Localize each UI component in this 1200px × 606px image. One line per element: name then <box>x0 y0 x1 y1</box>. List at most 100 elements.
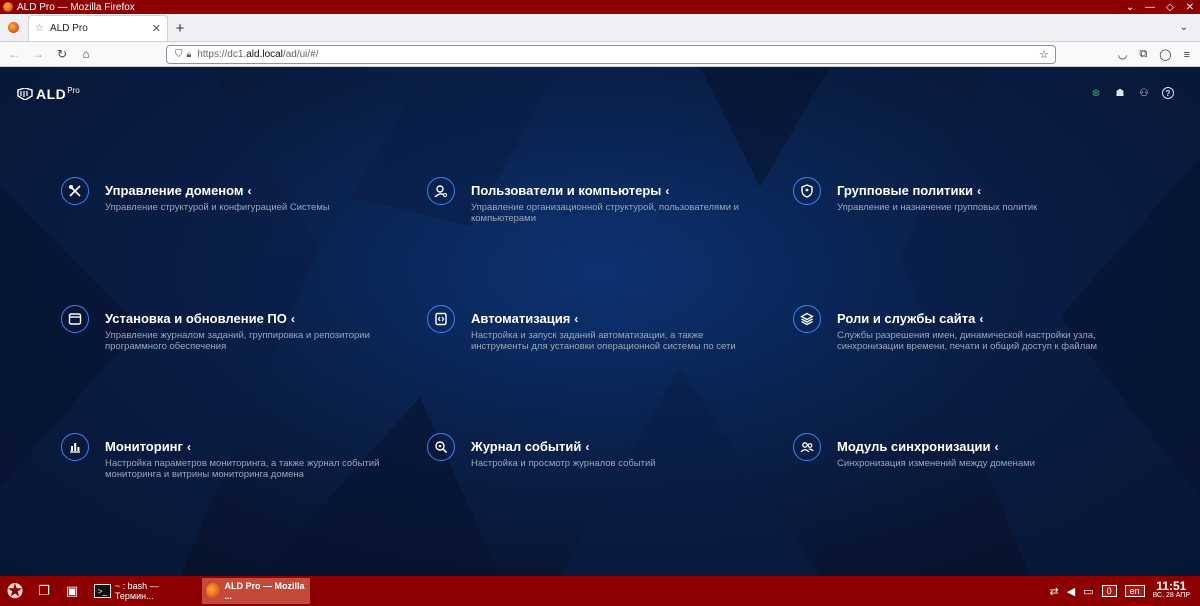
card-description: Синхронизация изменений между доменами <box>837 458 1035 469</box>
clock-date: ВС, 28 АПР <box>1152 592 1190 599</box>
chevron-left-icon: ‹ <box>977 184 982 198</box>
taskbar: ✪ ❐ ▣ >_ ~ : bash — Термин... ALD Pro — … <box>0 576 1200 606</box>
volume-icon[interactable]: ◀ <box>1067 585 1075 598</box>
ald-pro-logo[interactable]: ALD Pro <box>17 86 80 102</box>
logo-name: ALD <box>36 86 67 102</box>
maximize-icon[interactable]: ◇ <box>1160 2 1180 13</box>
card-description: Управление структурой и конфигурацией Си… <box>105 202 330 213</box>
card-title-text: Роли и службы сайта <box>837 311 976 326</box>
layers-icon <box>793 305 821 333</box>
logo-superscript: Pro <box>67 86 80 95</box>
url-bar[interactable]: ⛉ 🔒︎ https://dc1.ald.local/ad/ui/#/ ☆ <box>166 45 1056 64</box>
app-main: ALD Pro ⊛ ☗ ⚇ ? Управление доменом ‹ Упра… <box>0 67 1200 576</box>
network-icon[interactable]: ▭ <box>1083 585 1093 598</box>
url-host: ald.local <box>246 49 283 60</box>
help-icon[interactable]: ? <box>1162 87 1174 99</box>
url-text[interactable]: https://dc1.ald.local/ad/ui/#/ <box>197 49 1039 60</box>
usb-icon[interactable]: ⇄ <box>1049 585 1058 598</box>
chevron-left-icon: ‹ <box>979 312 984 326</box>
header-actions: ⊛ ☗ ⚇ ? <box>1090 87 1174 99</box>
card-title: Групповые политики ‹ <box>837 183 981 198</box>
card-title-text: Пользователи и компьютеры <box>471 183 662 198</box>
tab-ald-pro[interactable]: ☆ ALD Pro ✕ <box>28 15 168 41</box>
window-title: ALD Pro — Mozilla Firefox <box>17 1 135 13</box>
account-icon[interactable]: ◯ <box>1159 48 1171 61</box>
tab-strip: ☆ ALD Pro ✕ + ⌄ <box>0 14 1200 42</box>
chevron-left-icon: ‹ <box>186 440 191 454</box>
card-title: Управление доменом ‹ <box>105 183 252 198</box>
chevron-left-icon: ‹ <box>585 440 590 454</box>
clock-time: 11:51 <box>1156 579 1187 593</box>
antenna-status-icon[interactable]: ⊛ <box>1090 87 1102 99</box>
pocket-icon[interactable]: ◡ <box>1118 48 1128 61</box>
navigation-bar: ← → ↻ ⌂ ⛉ 🔒︎ https://dc1.ald.local/ad/ui… <box>0 42 1200 67</box>
start-menu-star-icon[interactable]: ✪ <box>0 576 30 606</box>
keyboard-layout-indicator[interactable]: en <box>1124 585 1145 597</box>
minimize-icon[interactable]: — <box>1140 2 1160 13</box>
card-title-text: Групповые политики <box>837 183 974 198</box>
new-tab-button[interactable]: + <box>168 15 192 41</box>
card-title: Автоматизация ‹ <box>471 311 578 326</box>
card-description: Службы разрешения имен, динамической нас… <box>837 330 1098 352</box>
window-titlebar: ALD Pro — Mozilla Firefox ⌄ — ◇ ✕ <box>0 0 1200 14</box>
windows-overview-icon[interactable]: ❐ <box>30 576 58 606</box>
user-profile-icon[interactable]: ⚇ <box>1138 87 1150 99</box>
url-path: /ad/ui/#/ <box>282 49 319 60</box>
card-description: Настройка и просмотр журналов событий <box>471 458 656 469</box>
chevron-left-icon: ‹ <box>665 184 670 198</box>
firefox-view-icon <box>7 21 19 33</box>
system-tray: ⇄ ◀ ▭ 0 en 11:51 ВС, 28 АПР <box>1049 579 1200 601</box>
window-menu-icon[interactable]: ⌄ <box>1120 2 1140 13</box>
forward-icon[interactable]: → <box>26 47 50 61</box>
chevron-left-icon: ‹ <box>290 312 295 326</box>
back-icon[interactable]: ← <box>2 47 26 61</box>
bar-chart-icon <box>61 433 89 461</box>
card-title-text: Модуль синхронизации <box>837 439 991 454</box>
shield-user-icon <box>793 177 821 205</box>
card-description: Настройка и запуск заданий автоматизации… <box>471 330 736 352</box>
card-description: Управление журналом заданий, группировка… <box>105 330 370 352</box>
taskbar-item-firefox[interactable]: ALD Pro — Mozilla ... <box>202 578 310 604</box>
firefox-view-button[interactable] <box>0 13 26 41</box>
reload-icon[interactable]: ↻ <box>50 47 74 61</box>
tools-icon <box>61 177 89 205</box>
file-manager-icon[interactable]: ▣ <box>58 576 86 606</box>
chevron-left-icon: ‹ <box>574 312 579 326</box>
close-window-icon[interactable]: ✕ <box>1180 2 1200 13</box>
card-description: Управление и назначение групповых полити… <box>837 202 1038 213</box>
org-structure-icon[interactable]: ☗ <box>1114 87 1126 99</box>
clock[interactable]: 11:51 ВС, 28 АПР <box>1152 579 1190 601</box>
user-search-icon <box>427 177 455 205</box>
notification-count-badge[interactable]: 0 <box>1101 585 1117 597</box>
card-title: Мониторинг ‹ <box>105 439 191 454</box>
bookmark-star-icon[interactable]: ☆ <box>1039 48 1049 61</box>
code-file-icon <box>427 305 455 333</box>
card-title-text: Мониторинг <box>105 439 183 454</box>
list-tabs-icon[interactable]: ⌄ <box>1180 22 1188 33</box>
window-icon <box>61 305 89 333</box>
card-title: Роли и службы сайта ‹ <box>837 311 983 326</box>
tab-close-icon[interactable]: ✕ <box>152 22 161 35</box>
extensions-icon[interactable]: ⧉ <box>1139 48 1147 61</box>
menu-icon[interactable]: ≡ <box>1184 49 1190 61</box>
card-title-text: Автоматизация <box>471 311 571 326</box>
taskbar-item-terminal[interactable]: >_ ~ : bash — Термин... <box>90 578 198 604</box>
card-title: Модуль синхронизации ‹ <box>837 439 998 454</box>
chevron-left-icon: ‹ <box>994 440 999 454</box>
card-description: Настройка параметров мониторинга, а такж… <box>105 458 380 480</box>
magnifier-icon <box>427 433 455 461</box>
task-label: ALD Pro — Mozilla ... <box>224 581 305 601</box>
card-title-text: Установка и обновление ПО <box>105 311 287 326</box>
tab-label: ALD Pro <box>49 23 88 34</box>
card-title-text: Управление доменом <box>105 183 244 198</box>
shield-icon[interactable]: ⛉ <box>175 49 183 60</box>
url-prefix: https://dc1. <box>197 49 247 60</box>
task-label: ~ : bash — Термин... <box>114 581 159 601</box>
home-icon[interactable]: ⌂ <box>74 47 98 61</box>
firefox-logo-icon <box>3 2 13 12</box>
firefox-icon <box>206 583 221 599</box>
chevron-left-icon: ‹ <box>247 184 252 198</box>
terminal-icon: >_ <box>94 584 111 598</box>
lock-icon[interactable]: 🔒︎ <box>187 49 192 60</box>
card-description: Управление организационной структурой, п… <box>471 202 739 224</box>
